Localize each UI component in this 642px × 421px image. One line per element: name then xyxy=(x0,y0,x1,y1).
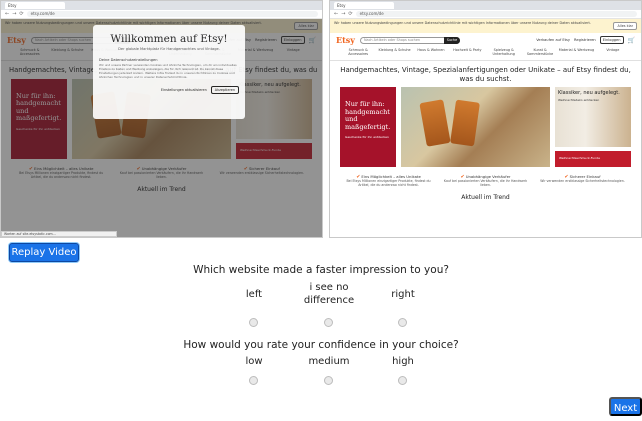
radio-low[interactable] xyxy=(249,376,258,385)
welcome-modal: Willkommen auf Etsy! Der globale Marktpl… xyxy=(93,25,245,119)
promo-red-card: Nur für ihn: handgemacht und maßgefertig… xyxy=(340,87,396,167)
option-low-label: low xyxy=(245,356,263,367)
etsy-logo: Etsy xyxy=(336,35,355,45)
radio-medium[interactable] xyxy=(324,376,333,385)
replay-video-button[interactable]: Replay Video xyxy=(9,243,79,262)
address-bar: etsy.com/de xyxy=(26,11,318,17)
promo-red-text: Nur für ihn: handgemacht und maßgefertig… xyxy=(345,100,391,131)
browser-toolbar: ← → ⟳ etsy.com/de xyxy=(1,10,322,19)
accept-button: Akzeptieren xyxy=(210,85,239,94)
update-settings-link: Einstellungen aktualisieren xyxy=(160,87,207,92)
reload-icon: ⟳ xyxy=(348,11,353,17)
wallet-image xyxy=(419,99,451,147)
sell-link: Verkaufen auf Etsy xyxy=(536,38,571,42)
option-no-difference-label: i see no difference xyxy=(303,282,355,306)
category-nav: Schmuck & Accessoires Kleidung & Schuhe … xyxy=(330,47,641,61)
option-right-label: right xyxy=(391,289,415,300)
browser-tab: Etsy xyxy=(5,2,65,9)
option-medium-label: medium xyxy=(308,356,350,367)
category-item: Kleidung & Schuhe xyxy=(378,48,411,52)
feature-item: ✔Eins Möglichkeit – alles Unikate Bei Et… xyxy=(346,175,432,188)
search-button: Suche xyxy=(443,36,460,44)
site-header: Etsy Nach Artikeln oder Shops suchen Suc… xyxy=(330,33,641,47)
hero-section: Nur für ihn: handgemacht und maßgefertig… xyxy=(330,87,641,167)
browser-tab: Etsy xyxy=(334,2,394,9)
forward-icon: → xyxy=(341,11,346,17)
browser-toolbar: ← → ⟳ etsy.com/de xyxy=(330,10,641,19)
back-icon: ← xyxy=(5,11,10,17)
search-input: Nach Artikeln oder Shops suchen Suche xyxy=(359,36,460,44)
back-icon: ← xyxy=(334,11,339,17)
modal-title: Willkommen auf Etsy! xyxy=(110,33,228,45)
promo-red-sub: Geschenke für ihn entdecken xyxy=(345,135,389,139)
category-item: Schmuck & Accessoires xyxy=(348,48,369,56)
browser-tabs: Etsy xyxy=(1,1,322,10)
promo-bar: Weihnachtsschmuck-Funde xyxy=(555,151,631,167)
option-high-label: high xyxy=(392,356,414,367)
login-button: Einloggen xyxy=(599,36,624,44)
feature-text: Kauf bei passionierten Verkäufern, die i… xyxy=(443,179,528,187)
promo-small-card: Klassiker, neu aufgelegt. Weihnachtsdeko… xyxy=(555,87,631,147)
modal-actions: Einstellungen aktualisieren Akzeptieren xyxy=(99,85,239,94)
wallet-image xyxy=(450,99,480,147)
wallet-photo xyxy=(401,87,550,167)
page-headline: Handgemachtes, Vintage, Spezialanfertigu… xyxy=(340,66,631,83)
cookie-text: Wir haben unsere Nutzungsbedingungen und… xyxy=(334,21,591,25)
category-item: Hochzeit & Party xyxy=(453,48,482,52)
register-link: Registrieren xyxy=(574,38,596,42)
category-item: Spielzeug & Unterhaltung xyxy=(492,48,515,56)
trend-heading: Aktuell im Trend xyxy=(461,194,510,201)
browser-tabs: Etsy xyxy=(330,1,641,10)
category-item: Haus & Wohnen xyxy=(417,48,445,52)
feature-text: Wir verwenden erstklassige Sicherheitste… xyxy=(540,179,625,183)
radio-no-difference[interactable] xyxy=(324,318,333,327)
option-left-label: left xyxy=(245,289,263,300)
question-confidence: How would you rate your confidence in yo… xyxy=(183,339,459,351)
question-speed: Which website made a faster impression t… xyxy=(193,264,449,276)
feature-item: ✔Sicherer Einkauf Wir verwenden erstklas… xyxy=(540,175,626,187)
privacy-heading: Deine Datenschutzeinstellungen xyxy=(99,58,158,62)
address-bar: etsy.com/de xyxy=(355,11,637,17)
header-links: Verkaufen auf Etsy Registrieren Einlogge… xyxy=(536,36,635,44)
privacy-text: Wir und unsere Partner verwenden Cookies… xyxy=(99,63,237,79)
feature-text: Bei Etsys Millionen einzigartiger Produk… xyxy=(346,179,431,187)
reload-icon: ⟳ xyxy=(19,11,24,17)
cookie-accept-button: Alles klar xyxy=(613,22,637,31)
promo-small-text: Klassiker, neu aufgelegt. xyxy=(558,90,620,96)
cookie-banner: Wir haben unsere Nutzungsbedingungen und… xyxy=(330,19,641,33)
search-placeholder: Nach Artikeln oder Shops suchen xyxy=(363,37,421,42)
radio-right[interactable] xyxy=(398,318,407,327)
modal-subtitle: Der globale Marktplatz für Handgemachtes… xyxy=(118,47,220,51)
status-bar: Warten auf site.etsystatic.com... xyxy=(1,231,117,237)
category-item: Vintage xyxy=(606,48,620,52)
hero-right-column: Klassiker, neu aufgelegt. Weihnachtsdeko… xyxy=(555,87,631,167)
next-button[interactable]: Next xyxy=(609,397,642,416)
features-row: ✔Eins Möglichkeit – alles Unikate Bei Et… xyxy=(330,167,641,188)
category-item: Material & Werkzeug xyxy=(558,48,595,52)
feature-item: ✔Unabhängige Verkäufer Kauf bei passioni… xyxy=(443,175,529,188)
cart-icon: 🛒 xyxy=(627,36,635,44)
radio-high[interactable] xyxy=(398,376,407,385)
promo-small-sub: Weihnachtsdeko entdecken xyxy=(558,98,600,102)
left-screenshot: Etsy ← → ⟳ etsy.com/de Wir haben unsere … xyxy=(0,0,323,238)
radio-left[interactable] xyxy=(249,318,258,327)
category-item: Kunst & Sammlerstücke xyxy=(526,48,554,56)
right-screenshot: Etsy ← → ⟳ etsy.com/de Wir haben unsere … xyxy=(329,0,642,238)
forward-icon: → xyxy=(12,11,17,17)
